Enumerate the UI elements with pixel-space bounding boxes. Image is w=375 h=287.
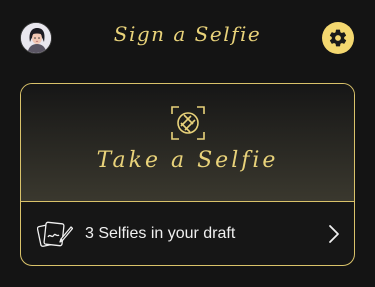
camera-shutter-icon (170, 106, 205, 140)
drafts-row[interactable]: 3 Selfies in your draft (21, 202, 354, 265)
drafts-count-text: 3 Selfies in your draft (85, 225, 236, 242)
take-selfie-label: Take a Selfie (96, 148, 279, 173)
take-selfie-button[interactable]: Take a Selfie (21, 84, 354, 202)
settings-button[interactable] (322, 22, 354, 54)
top-bar: Sign a Selfie (0, 0, 375, 76)
selfie-card: Take a Selfie 3 Selfies in your draft (20, 83, 355, 266)
gear-icon (329, 29, 347, 47)
signed-photos-icon (37, 221, 73, 247)
chevron-right-icon (329, 225, 339, 243)
app-title: Sign a Selfie (113, 22, 262, 46)
